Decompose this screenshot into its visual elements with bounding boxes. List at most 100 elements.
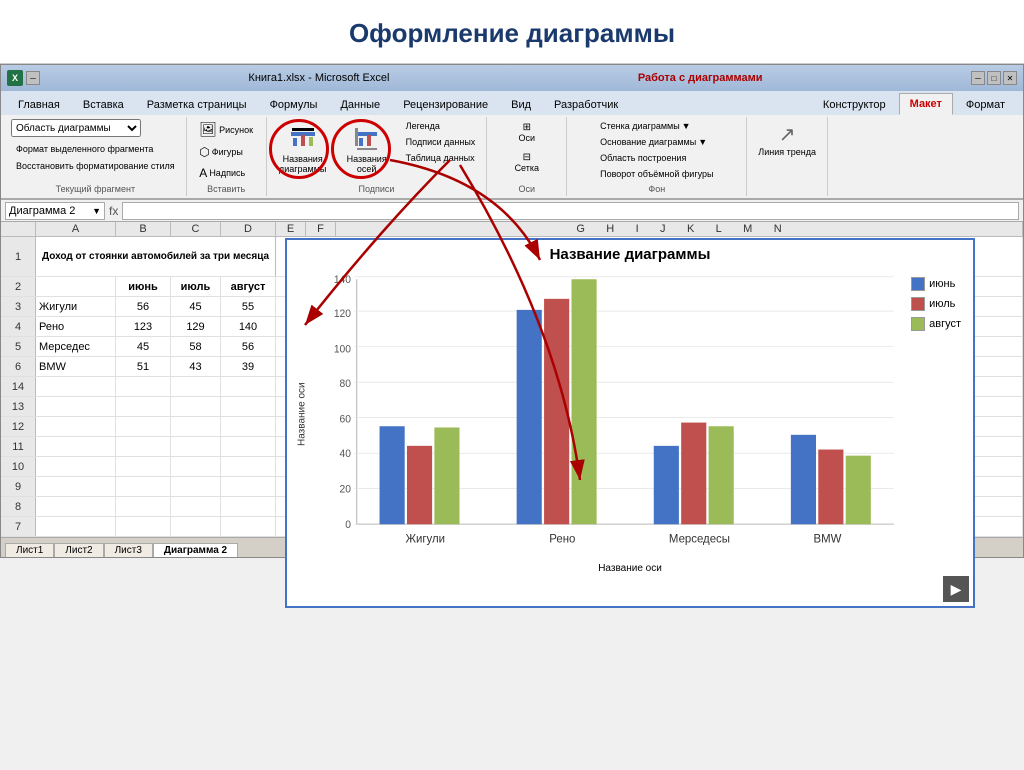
cell-d3[interactable]: 55	[221, 297, 276, 316]
cell-d11[interactable]	[221, 437, 276, 456]
cell-b6[interactable]: 51	[116, 357, 171, 376]
name-box[interactable]: Диаграмма 2 ▼	[5, 202, 105, 220]
minimize-btn[interactable]: ─	[26, 71, 40, 85]
area-select[interactable]: Область диаграммы	[11, 119, 141, 137]
tab-view[interactable]: Вид	[500, 93, 542, 115]
cell-a11[interactable]	[36, 437, 116, 456]
data-labels-btn[interactable]: Подписи данных	[401, 135, 481, 149]
cell-b10[interactable]	[116, 457, 171, 476]
axes-label: Оси	[519, 133, 536, 143]
cell-c14[interactable]	[171, 377, 221, 396]
legend-btn[interactable]: Легенда	[401, 119, 481, 133]
cell-c13[interactable]	[171, 397, 221, 416]
cell-a3[interactable]: Жигули	[36, 297, 116, 316]
cell-c4[interactable]: 129	[171, 317, 221, 336]
cell-a10[interactable]	[36, 457, 116, 476]
cell-a8[interactable]	[36, 497, 116, 516]
cell-c10[interactable]	[171, 457, 221, 476]
sheet-tab-2[interactable]: Лист2	[54, 543, 103, 557]
tab-pagelayout[interactable]: Разметка страницы	[136, 93, 258, 115]
name-box-dropdown[interactable]: ▼	[92, 206, 101, 216]
cell-c12[interactable]	[171, 417, 221, 436]
cell-a4[interactable]: Рено	[36, 317, 116, 336]
cell-b3[interactable]: 56	[116, 297, 171, 316]
cell-a1[interactable]: Доход от стоянки автомобилей за три меся…	[36, 237, 276, 276]
tab-data[interactable]: Данные	[329, 93, 391, 115]
chart-floor-btn[interactable]: Основание диаграммы ▼	[595, 135, 712, 149]
cell-c2[interactable]: июль	[171, 277, 221, 296]
cell-d12[interactable]	[221, 417, 276, 436]
sheet-tab-3[interactable]: Лист3	[104, 543, 153, 557]
row-header-10: 10	[1, 457, 36, 476]
chart-title-btn[interactable]: Названиядиаграммы	[273, 119, 333, 177]
cell-c9[interactable]	[171, 477, 221, 496]
cell-b4[interactable]: 123	[116, 317, 171, 336]
cell-b11[interactable]	[116, 437, 171, 456]
tab-formulas[interactable]: Формулы	[259, 93, 329, 115]
cell-b8[interactable]	[116, 497, 171, 516]
cell-c6[interactable]: 43	[171, 357, 221, 376]
shapes-btn[interactable]: ⬡ Фигуры	[194, 143, 248, 161]
plot-area-btn[interactable]: Область построения	[595, 151, 691, 165]
tab-insert[interactable]: Вставка	[72, 93, 135, 115]
text-btn[interactable]: A Надпись	[194, 164, 250, 182]
cell-a14[interactable]	[36, 377, 116, 396]
picture-btn[interactable]: 🖼 Рисунок	[194, 119, 258, 140]
formula-input[interactable]	[122, 202, 1019, 220]
cell-d4[interactable]: 140	[221, 317, 276, 336]
grid-btn[interactable]: ⊟ Сетка	[507, 149, 547, 176]
cell-c5[interactable]: 58	[171, 337, 221, 356]
data-table-btn[interactable]: Таблица данных	[401, 151, 481, 165]
cell-b9[interactable]	[116, 477, 171, 496]
close-window-btn[interactable]: ✕	[1003, 71, 1017, 85]
header-july: июль	[181, 281, 211, 293]
cell-a12[interactable]	[36, 417, 116, 436]
cell-b7[interactable]	[116, 517, 171, 536]
minimize-window-btn[interactable]: ─	[971, 71, 985, 85]
restore-format-btn[interactable]: Восстановить форматирование стиля	[11, 159, 180, 173]
cell-d2[interactable]: август	[221, 277, 276, 296]
cell-d6[interactable]: 39	[221, 357, 276, 376]
tab-format[interactable]: Формат	[955, 93, 1016, 115]
row-header-spacer	[1, 222, 36, 236]
cell-c7[interactable]	[171, 517, 221, 536]
cell-c3[interactable]: 45	[171, 297, 221, 316]
tab-developer[interactable]: Разработчик	[543, 93, 629, 115]
cell-d8[interactable]	[221, 497, 276, 516]
cell-d10[interactable]	[221, 457, 276, 476]
trendline-btn[interactable]: ↗ Линия тренда	[753, 119, 821, 160]
cell-c8[interactable]	[171, 497, 221, 516]
tab-layout[interactable]: Макет	[899, 93, 953, 115]
cell-d13[interactable]	[221, 397, 276, 416]
sheet-tab-diagram[interactable]: Диаграмма 2	[153, 543, 238, 557]
cell-d9[interactable]	[221, 477, 276, 496]
cell-b5[interactable]: 45	[116, 337, 171, 356]
sheet-tab-1[interactable]: Лист1	[5, 543, 54, 557]
tab-home[interactable]: Главная	[7, 93, 71, 115]
cell-d5[interactable]: 56	[221, 337, 276, 356]
axis-titles-btn[interactable]: Названияосей	[337, 119, 397, 177]
cell-b2[interactable]: июнь	[116, 277, 171, 296]
tab-constructor[interactable]: Конструктор	[812, 93, 897, 115]
axes-btn[interactable]: ⊞ Оси	[507, 119, 547, 146]
cell-d14[interactable]	[221, 377, 276, 396]
cell-b14[interactable]	[116, 377, 171, 396]
cell-b12[interactable]	[116, 417, 171, 436]
cell-a2[interactable]	[36, 277, 116, 296]
nav-arrow-btn[interactable]: ▶	[943, 576, 969, 602]
row-header-1: 1	[1, 237, 36, 276]
cell-a6[interactable]: BMW	[36, 357, 116, 376]
cell-a13[interactable]	[36, 397, 116, 416]
cell-a7[interactable]	[36, 517, 116, 536]
cell-b13[interactable]	[116, 397, 171, 416]
chart-wall-btn[interactable]: Стенка диаграммы ▼	[595, 119, 695, 133]
format-selected-btn[interactable]: Формат выделенного фрагмента	[11, 142, 158, 156]
tab-review[interactable]: Рецензирование	[392, 93, 499, 115]
cell-d7[interactable]	[221, 517, 276, 536]
table-title: Доход от стоянки автомобилей за три меся…	[42, 251, 269, 262]
cell-a9[interactable]	[36, 477, 116, 496]
maximize-window-btn[interactable]: □	[987, 71, 1001, 85]
cell-a5[interactable]: Мерседес	[36, 337, 116, 356]
rotate-3d-btn[interactable]: Поворот объёмной фигуры	[595, 167, 718, 181]
cell-c11[interactable]	[171, 437, 221, 456]
